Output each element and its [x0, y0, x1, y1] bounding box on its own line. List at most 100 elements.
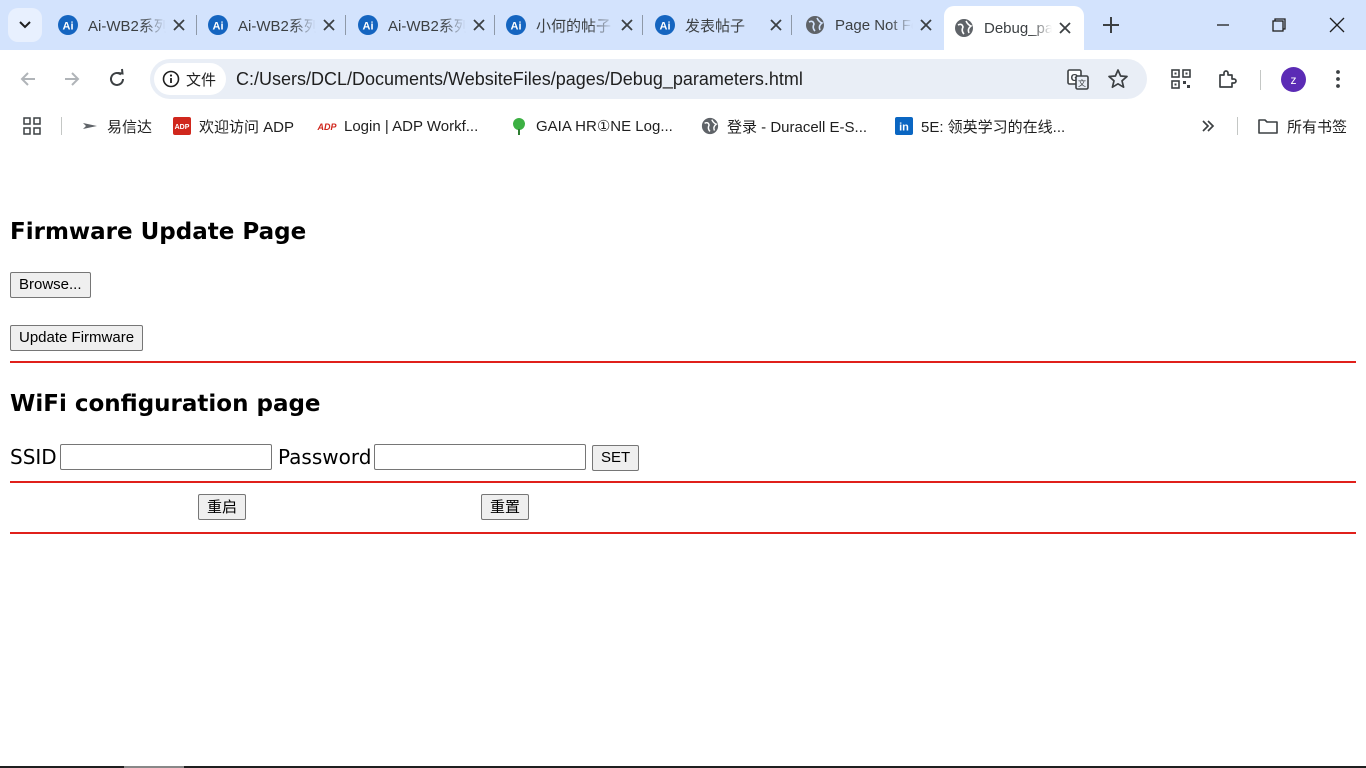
all-bookmarks-label: 所有书签 [1287, 118, 1348, 136]
tab-separator [642, 15, 643, 35]
close-icon[interactable] [470, 16, 488, 34]
chevron-double-right-icon[interactable] [1199, 117, 1217, 135]
tab-title: Ai-WB2系列 [388, 17, 466, 35]
close-icon[interactable] [320, 16, 338, 34]
close-icon[interactable] [1056, 19, 1074, 37]
tab-6[interactable]: Page Not Found [795, 8, 945, 42]
address-bar[interactable]: 文件 C:/Users/DCL/Documents/WebsiteFiles/p… [150, 59, 1147, 99]
close-icon[interactable] [618, 16, 636, 34]
tab-4[interactable]: Ai 小何的帖子 [496, 8, 646, 42]
linkedin-icon: in [895, 117, 913, 135]
globe-icon [955, 19, 973, 37]
restart-button[interactable]: 重启 [198, 494, 247, 520]
bookmark-item[interactable]: ADP 欢迎访问 ADP [173, 116, 294, 136]
close-icon[interactable] [767, 16, 785, 34]
reset-button[interactable]: 重置 [481, 494, 530, 520]
ai-thinker-icon: Ai [655, 15, 675, 35]
tab-title: 小何的帖子 [536, 17, 612, 35]
tab-strip: Ai Ai-WB2系列 Ai Ai-WB2系列 Ai Ai-WB2系列 Ai 小… [0, 0, 1366, 50]
firmware-heading: Firmware Update Page [10, 219, 307, 245]
set-wifi-button[interactable]: SET [592, 445, 640, 471]
ai-thinker-icon: Ai [506, 15, 526, 35]
ai-thinker-icon: Ai [208, 15, 228, 35]
reload-icon[interactable] [105, 67, 129, 91]
svg-text:Ai: Ai [511, 21, 522, 33]
more-menu-icon[interactable] [1326, 67, 1350, 91]
globe-icon [806, 16, 824, 34]
svg-text:in: in [899, 122, 909, 134]
bookmark-item[interactable]: ADP Login | ADP Workf... [316, 116, 478, 136]
apps-grid-icon[interactable] [22, 116, 42, 136]
info-icon [162, 70, 180, 88]
bookmark-label: GAIA HR①NE Log... [536, 118, 673, 135]
svg-text:Ai: Ai [213, 21, 224, 33]
all-bookmarks-folder[interactable]: 所有书签 [1257, 116, 1347, 136]
close-icon[interactable] [170, 16, 188, 34]
tree-icon [513, 118, 525, 135]
bookmark-item[interactable]: in 5E: 领英学习的在线... [895, 116, 1065, 136]
plane-icon [83, 123, 97, 129]
extensions-puzzle-icon[interactable] [1215, 67, 1239, 91]
minimize-icon[interactable] [1210, 12, 1236, 38]
site-info-chip[interactable]: 文件 [154, 63, 226, 95]
qr-code-icon[interactable] [1169, 67, 1193, 91]
close-icon[interactable] [917, 16, 935, 34]
bookmark-label: 5E: 领英学习的在线... [921, 118, 1066, 136]
globe-icon [701, 117, 719, 135]
tab-title: Ai-WB2系列 [88, 17, 166, 35]
bookmark-star-icon[interactable] [1106, 67, 1130, 91]
bookmark-label: 欢迎访问 ADP [199, 118, 295, 136]
toolbar: 文件 C:/Users/DCL/Documents/WebsiteFiles/p… [0, 50, 1366, 108]
browse-file-button[interactable]: Browse... [10, 272, 91, 298]
tab-title: 发表帖子 [685, 17, 746, 35]
ssid-input[interactable] [60, 444, 272, 470]
tab-5[interactable]: Ai 发表帖子 [645, 8, 795, 42]
bookmarks-separator [61, 117, 62, 135]
svg-text:ADP: ADP [175, 124, 190, 131]
bookmark-label: 易信达 [107, 118, 153, 136]
update-firmware-button[interactable]: Update Firmware [10, 325, 144, 351]
bookmark-item[interactable]: GAIA HR①NE Log... [510, 116, 673, 136]
bookmark-label: 登录 - Duracell E-S... [727, 118, 868, 136]
tab-title: Ai-WB2系列 [238, 17, 316, 35]
ssid-label: SSID [10, 445, 57, 469]
tab-7-active[interactable]: Debug_parameters [944, 6, 1084, 50]
back-arrow-icon[interactable] [16, 67, 40, 91]
page-content: Firmware Update Page Browse... Update Fi… [0, 144, 1366, 766]
translate-icon[interactable]: G文 [1066, 67, 1090, 91]
bookmarks-separator [1237, 117, 1238, 135]
adp-logo-icon: ADP [316, 122, 337, 132]
bookmarks-bar: 易信达 ADP 欢迎访问 ADP ADP Login | ADP Workf..… [0, 108, 1366, 144]
tab-3[interactable]: Ai Ai-WB2系列 [348, 8, 498, 42]
tab-separator [345, 15, 346, 35]
browser-window: Ai Ai-WB2系列 Ai Ai-WB2系列 Ai Ai-WB2系列 Ai 小… [0, 0, 1366, 768]
url-text[interactable]: C:/Users/DCL/Documents/WebsiteFiles/page… [236, 69, 803, 90]
tab-separator [196, 15, 197, 35]
new-tab-plus-icon[interactable] [1098, 12, 1124, 38]
profile-avatar[interactable]: z [1281, 67, 1306, 92]
svg-text:文: 文 [1078, 78, 1086, 88]
tab-separator [791, 15, 792, 35]
ai-thinker-icon: Ai [358, 15, 378, 35]
chevron-down-icon [19, 21, 31, 29]
svg-text:Ai: Ai [63, 21, 74, 33]
svg-text:ADP: ADP [316, 122, 337, 132]
section-divider [10, 532, 1356, 534]
window-close-icon[interactable] [1324, 12, 1350, 38]
svg-text:Ai: Ai [660, 21, 671, 33]
bookmark-item[interactable]: 易信达 [81, 116, 152, 136]
section-divider [10, 361, 1356, 363]
password-label: Password [278, 445, 372, 469]
tab-2[interactable]: Ai Ai-WB2系列 [198, 8, 348, 42]
tab-1[interactable]: Ai Ai-WB2系列 [48, 8, 198, 42]
adp-icon: ADP [173, 117, 191, 135]
forward-arrow-icon[interactable] [60, 67, 84, 91]
bookmark-item[interactable]: 登录 - Duracell E-S... [701, 116, 867, 136]
svg-text:Ai: Ai [363, 21, 374, 33]
section-divider [10, 481, 1356, 483]
restore-icon[interactable] [1266, 12, 1292, 38]
tab-search-button[interactable] [8, 8, 42, 42]
tab-title: Debug_parameters [984, 19, 1052, 37]
password-input[interactable] [374, 444, 586, 470]
wifi-heading: WiFi configuration page [10, 391, 321, 417]
